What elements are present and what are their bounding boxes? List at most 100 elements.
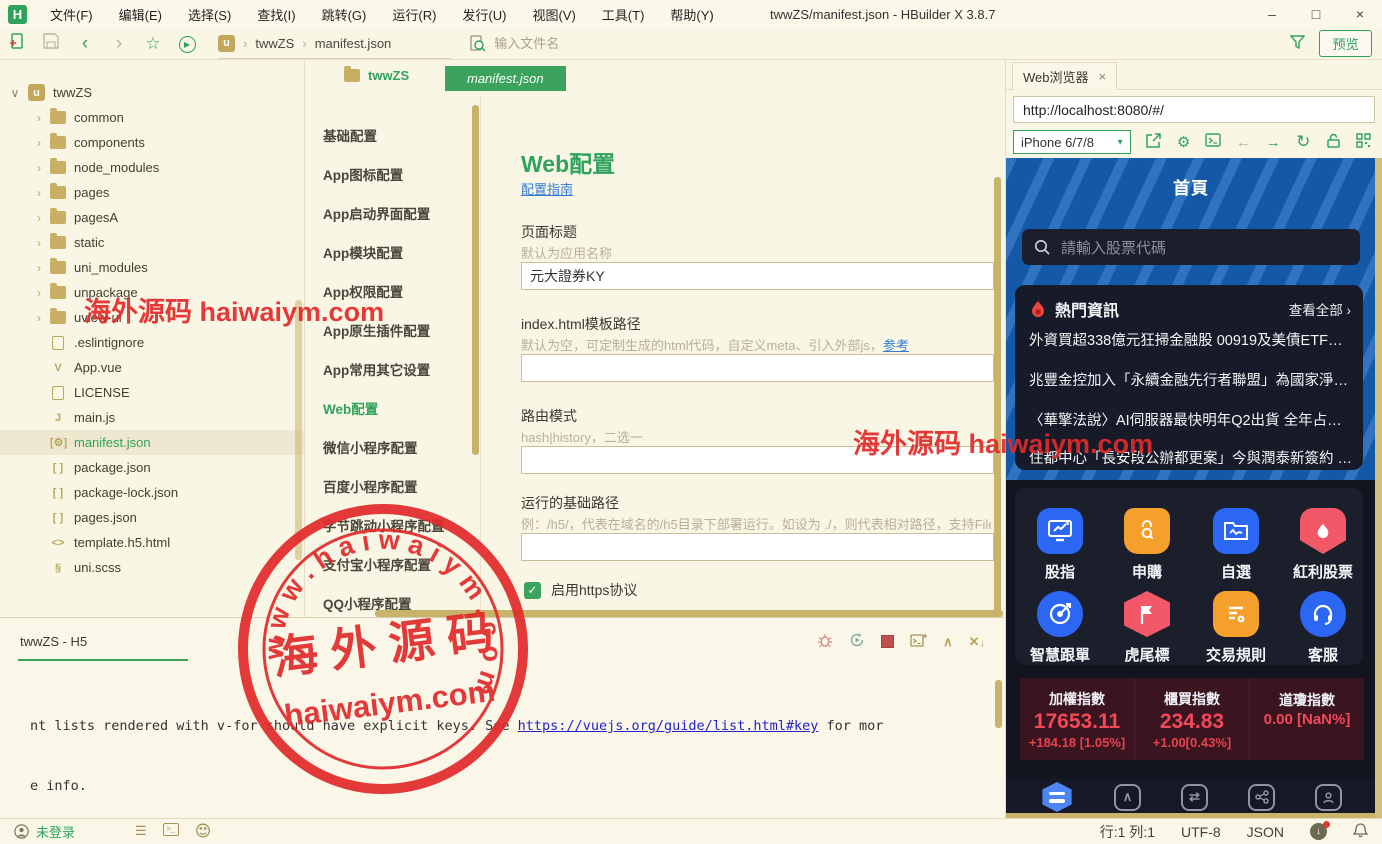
index-dow[interactable]: 道瓊指數 0.00 [NaN%] <box>1249 678 1364 760</box>
chevron-right-icon[interactable]: › <box>32 136 46 150</box>
stop-icon[interactable] <box>881 635 894 648</box>
browser-vscrollbar[interactable] <box>1375 158 1382 818</box>
console-scrollbar[interactable] <box>995 680 1002 728</box>
menu-file[interactable]: 文件(F) <box>37 0 106 28</box>
tree-item-package-json[interactable]: [ ]package.json <box>0 455 304 480</box>
tree-scrollbar[interactable] <box>295 300 302 560</box>
chevron-right-icon[interactable]: › <box>32 161 46 175</box>
grid-item-tiger-tail[interactable]: 虎尾標 <box>1102 591 1192 665</box>
tree-item-template-h5-html[interactable]: <>template.h5.html <box>0 530 304 555</box>
section-nav-scrollbar[interactable] <box>472 105 479 455</box>
chevron-right-icon[interactable]: › <box>32 111 46 125</box>
section-alipay-mp[interactable]: 支付宝小程序配置 <box>323 554 431 574</box>
tab-project[interactable]: twwZS <box>340 68 409 83</box>
menu-view[interactable]: 视图(V) <box>519 0 588 28</box>
menu-edit[interactable]: 编辑(E) <box>106 0 175 28</box>
news-item[interactable]: 兆豐金控加入「永續金融先行者聯盟」為國家淨零轉... <box>1029 369 1353 390</box>
tab-profile-icon[interactable] <box>1315 784 1342 811</box>
grid-item-trading-rules[interactable]: 交易規則 <box>1191 591 1281 665</box>
grid-item-subscribe[interactable]: 申購 <box>1102 508 1192 582</box>
filetype-indicator[interactable]: JSON <box>1247 824 1284 840</box>
section-basic[interactable]: 基础配置 <box>323 125 377 145</box>
collapse-panel-icon[interactable]: ∧ <box>943 634 953 650</box>
page-title-input[interactable] <box>521 262 994 290</box>
browser-tab[interactable]: Web浏览器× <box>1012 62 1117 90</box>
view-all-link[interactable]: 查看全部 › <box>1289 299 1351 319</box>
devtools-console-icon[interactable] <box>1199 133 1229 151</box>
tree-item-node-modules[interactable]: ›node_modules <box>0 155 304 180</box>
menu-publish[interactable]: 发行(U) <box>449 0 519 28</box>
unlock-icon[interactable] <box>1318 133 1348 152</box>
new-file-icon[interactable] <box>0 33 34 55</box>
update-download-icon[interactable]: ↓ <box>1310 823 1327 840</box>
index-otc[interactable]: 櫃買指數 234.83 +1.00[0.43%] <box>1134 678 1249 760</box>
section-app-icon[interactable]: App图标配置 <box>323 164 403 184</box>
tab-market-icon[interactable]: ∧ <box>1114 784 1141 811</box>
news-item[interactable]: 住都中心「長安段公辦都更案」今與潤泰新簽約 預計... <box>1029 447 1353 468</box>
chevron-right-icon[interactable]: › <box>32 261 46 275</box>
chevron-down-icon[interactable]: ∨ <box>8 86 22 100</box>
router-mode-input[interactable] <box>521 446 994 474</box>
tree-root-twwzs[interactable]: ∨utwwZS <box>0 80 304 105</box>
nav-back-icon[interactable]: ← <box>1228 134 1258 151</box>
tree-item-pagesA[interactable]: ›pagesA <box>0 205 304 230</box>
https-checkbox-row[interactable]: ✓ 启用https协议 <box>524 580 637 600</box>
index-template-input[interactable] <box>521 354 994 382</box>
preview-button[interactable]: 预览 <box>1319 30 1372 57</box>
menu-find[interactable]: 查找(I) <box>244 0 308 28</box>
section-app-permissions[interactable]: App权限配置 <box>323 281 403 301</box>
tree-item-app-vue[interactable]: VApp.vue <box>0 355 304 380</box>
tree-item-main-js[interactable]: Jmain.js <box>0 405 304 430</box>
outline-list-icon[interactable]: ☰ <box>135 823 147 841</box>
tree-item-uni-modules[interactable]: ›uni_modules <box>0 255 304 280</box>
open-external-icon[interactable] <box>1139 133 1169 152</box>
menu-select[interactable]: 选择(S) <box>175 0 244 28</box>
section-app-splash[interactable]: App启动界面配置 <box>323 203 430 223</box>
section-web-config[interactable]: Web配置 <box>323 398 378 418</box>
section-bytedance-mp[interactable]: 字节跳动小程序配置 <box>323 515 445 535</box>
filter-icon[interactable] <box>1290 35 1305 52</box>
vuejs-guide-link[interactable]: https://vuejs.org/guide/list.html#key <box>518 718 819 734</box>
run-icon[interactable]: ▶ <box>170 34 204 53</box>
forward-icon[interactable]: › <box>102 33 136 55</box>
minimize-button[interactable]: – <box>1250 0 1294 28</box>
star-icon[interactable]: ☆ <box>136 34 170 54</box>
reference-link[interactable]: 参考 <box>883 338 909 353</box>
log-settings-icon[interactable] <box>910 633 927 651</box>
section-baidu-mp[interactable]: 百度小程序配置 <box>323 476 418 496</box>
tree-item-static[interactable]: ›static <box>0 230 304 255</box>
tree-item-components[interactable]: ›components <box>0 130 304 155</box>
url-bar[interactable]: http://localhost:8080/#/ <box>1013 96 1375 123</box>
tree-item-uni-scss[interactable]: §uni.scss <box>0 555 304 580</box>
section-weixin-mp[interactable]: 微信小程序配置 <box>323 437 418 457</box>
encoding-indicator[interactable]: UTF-8 <box>1181 824 1221 840</box>
chevron-right-icon[interactable]: › <box>32 286 46 300</box>
terminal-icon[interactable]: >_ <box>163 823 179 836</box>
checkbox-checked-icon[interactable]: ✓ <box>524 582 541 599</box>
web-clip-icon[interactable] <box>195 823 211 841</box>
tree-item-pages-json[interactable]: [ ]pages.json <box>0 505 304 530</box>
menu-help[interactable]: 帮助(Y) <box>657 0 726 28</box>
chevron-right-icon[interactable]: › <box>32 236 46 250</box>
tab-share-icon[interactable] <box>1248 784 1275 811</box>
console-tab[interactable]: twwZS - H5 <box>20 634 87 649</box>
back-icon[interactable]: ‹ <box>68 33 102 55</box>
news-item[interactable]: 〈華擎法說〉AI伺服器最快明年Q2出貨 全年占伺服... <box>1029 409 1353 430</box>
breadcrumb-project[interactable]: twwZS <box>255 36 294 51</box>
maximize-button[interactable]: □ <box>1294 0 1338 28</box>
breadcrumb-file[interactable]: manifest.json <box>315 36 392 51</box>
grid-item-smart-follow[interactable]: 智慧跟單 <box>1015 591 1105 665</box>
editor-hscrollbar[interactable] <box>375 610 1003 617</box>
config-guide-link[interactable]: 配置指南 <box>521 179 573 198</box>
bell-icon[interactable] <box>1353 822 1368 841</box>
index-taiex[interactable]: 加權指數 17653.11 +184.18 [1.05%] <box>1020 678 1134 760</box>
file-search-input[interactable] <box>494 36 914 51</box>
save-icon[interactable] <box>34 33 68 54</box>
grid-item-stock-index[interactable]: 股指 <box>1015 508 1105 582</box>
tree-item-common[interactable]: ›common <box>0 105 304 130</box>
close-tab-icon[interactable]: × <box>1099 69 1107 84</box>
grid-item-dividend-stocks[interactable]: 紅利股票 <box>1278 508 1368 582</box>
login-status[interactable]: 未登录 <box>14 822 75 841</box>
stock-search-bar[interactable]: 請輸入股票代碼 <box>1022 229 1360 265</box>
grid-item-watchlist[interactable]: 自選 <box>1191 508 1281 582</box>
